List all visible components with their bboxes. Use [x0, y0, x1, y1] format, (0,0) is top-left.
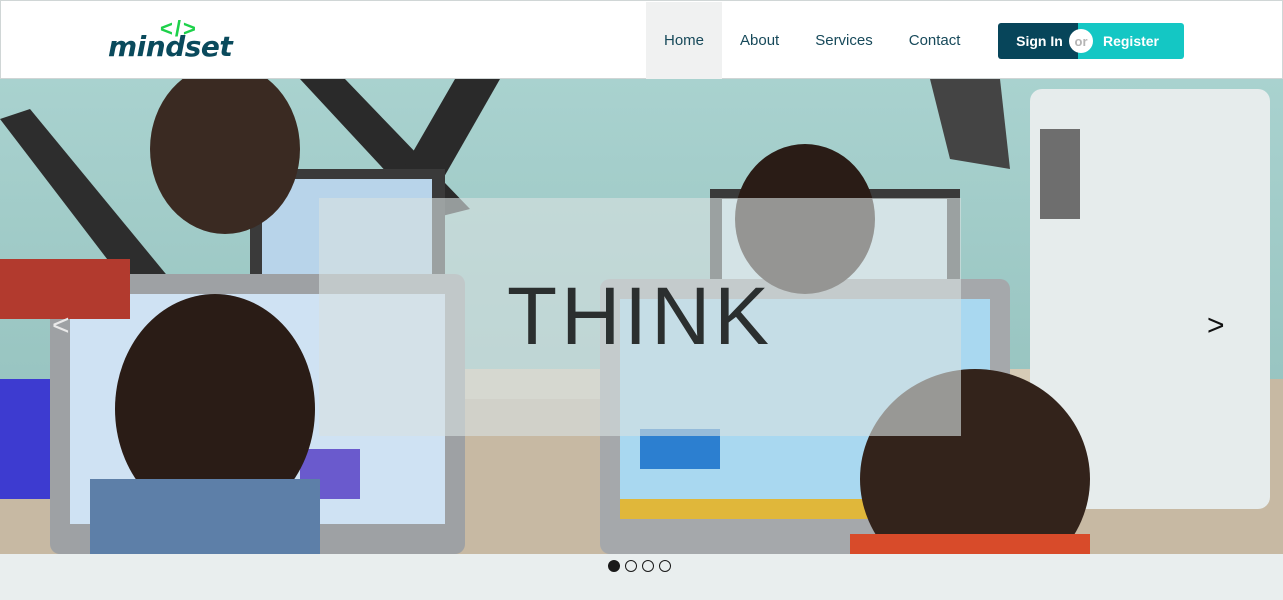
hero-carousel: THINK < >	[0, 79, 1283, 554]
carousel-dot-2[interactable]	[625, 560, 637, 572]
nav-contact[interactable]: Contact	[891, 2, 979, 79]
logo-wordmark: mindset	[108, 30, 233, 63]
nav-home[interactable]: Home	[646, 2, 723, 79]
main-nav: Home About Services Contact	[646, 2, 978, 79]
or-separator: or	[1069, 29, 1093, 53]
slide-caption: THINK	[507, 271, 773, 362]
site-header: </> mindset Home About Services Contact …	[0, 0, 1283, 79]
carousel-dot-4[interactable]	[659, 560, 671, 572]
carousel-dot-3[interactable]	[642, 560, 654, 572]
nav-about[interactable]: About	[722, 2, 797, 79]
slide-caption-box: THINK	[319, 198, 961, 436]
carousel-prev-arrow[interactable]: <	[52, 311, 70, 341]
carousel-dot-1[interactable]	[608, 560, 620, 572]
nav-services[interactable]: Services	[797, 2, 891, 79]
carousel-indicators	[608, 560, 671, 572]
register-button[interactable]: Register	[1078, 23, 1184, 59]
auth-buttons: Sign In or Register	[998, 23, 1184, 59]
mindset-logo[interactable]: </> mindset	[108, 17, 238, 65]
carousel-next-arrow[interactable]: >	[1207, 311, 1225, 341]
